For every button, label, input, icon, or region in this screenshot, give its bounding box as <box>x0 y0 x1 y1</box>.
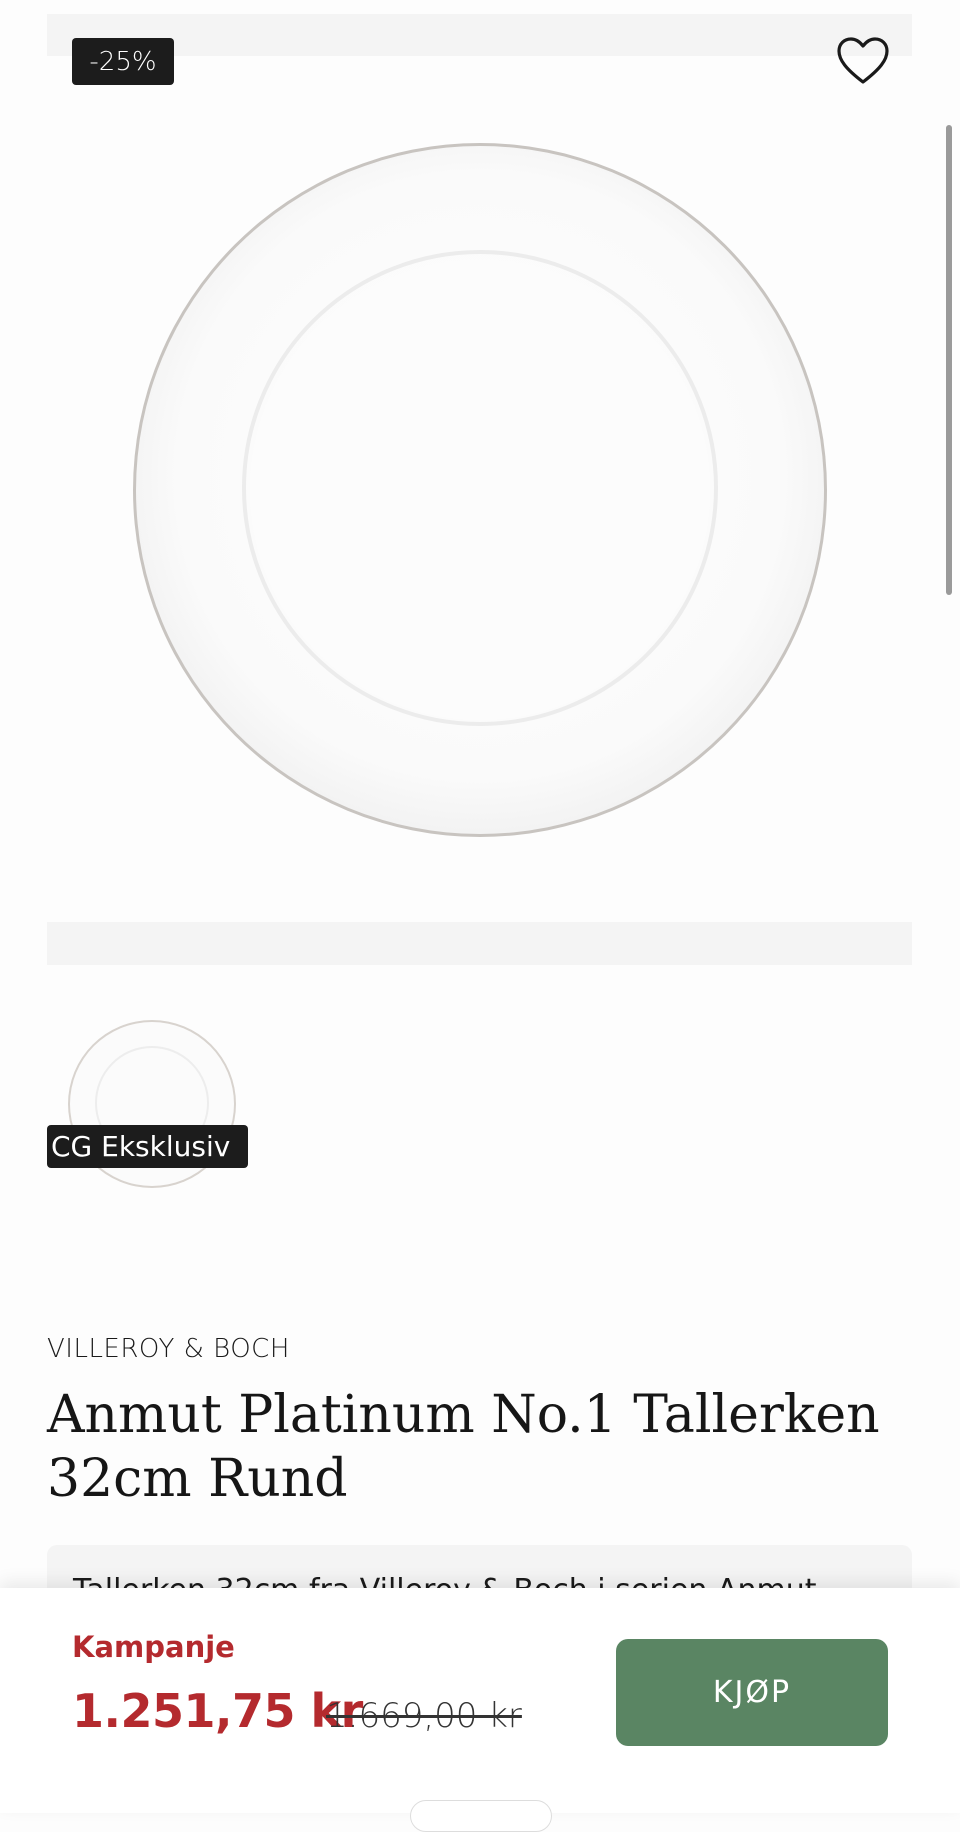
original-price: 1.669,00 kr <box>326 1696 522 1736</box>
campaign-label: Kampanje <box>72 1630 235 1664</box>
scrollbar[interactable] <box>946 125 952 595</box>
image-gallery-bottom-strip <box>47 922 912 965</box>
buy-button[interactable]: KJØP <box>616 1639 888 1746</box>
current-price: 1.251,75 kr <box>72 1684 363 1738</box>
exclusive-badge: CG Eksklusiv <box>47 1125 248 1168</box>
discount-badge: -25% <box>72 38 174 85</box>
bottom-handle <box>410 1800 552 1832</box>
heart-icon[interactable] <box>836 36 890 86</box>
product-title: Anmut Platinum No.1 Tallerken 32cm Rund <box>47 1385 880 1509</box>
product-image[interactable] <box>120 130 840 850</box>
product-brand[interactable]: VILLEROY & BOCH <box>47 1334 290 1364</box>
image-gallery-top-strip <box>47 14 912 56</box>
